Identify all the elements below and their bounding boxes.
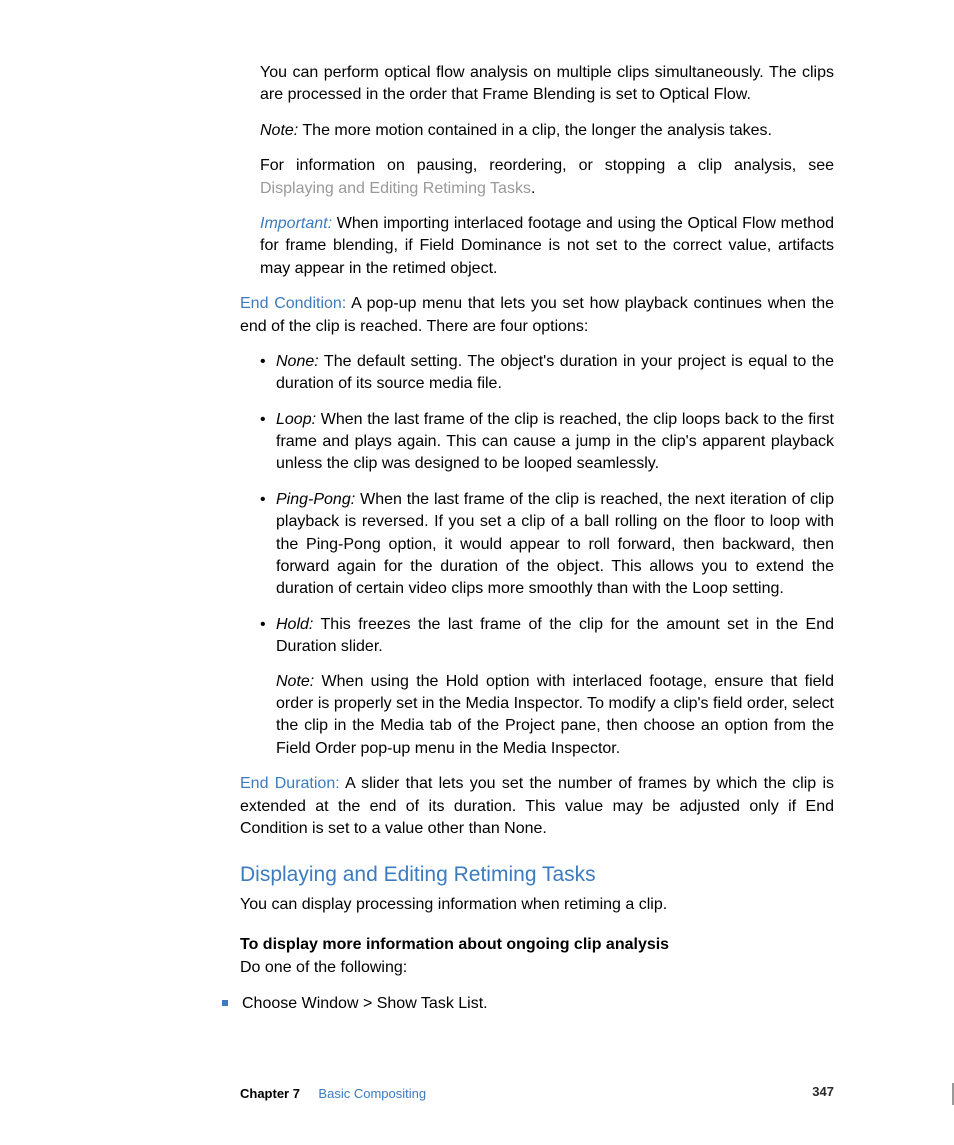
list-item: Loop: When the last frame of the clip is… [260,409,834,476]
option-term-loop: Loop: [276,411,316,428]
note-label: Note: [276,673,314,690]
option-term-hold: Hold: [276,616,313,633]
intro-important: Important: When importing interlaced foo… [260,213,834,280]
important-text: When importing interlaced footage and us… [260,215,834,277]
link-displaying-editing-retiming[interactable]: Displaying and Editing Retiming Tasks [260,180,531,197]
section-do-text: Do one of the following: [240,957,834,979]
note-label: Note: [260,122,298,139]
list-item: None: The default setting. The object's … [260,351,834,396]
text-fragment: For information on pausing, reordering, … [260,157,834,174]
page-footer: Chapter 7 Basic Compositing 347 [0,1083,954,1105]
list-item: Ping-Pong: When the last frame of the cl… [260,489,834,601]
option-text: The default setting. The object's durati… [276,353,834,392]
option-text: This freezes the last frame of the clip … [276,616,834,655]
end-condition-label: End Condition: [240,295,346,312]
intro-para-1: You can perform optical flow analysis on… [260,62,834,107]
section-heading-retiming-tasks: Displaying and Editing Retiming Tasks [240,860,834,889]
end-duration-para: End Duration: A slider that lets you set… [240,773,834,840]
step-text: Choose Window > Show Task List. [242,995,488,1012]
section-intro: You can display processing information w… [240,894,834,916]
end-condition-para: End Condition: A pop-up menu that lets y… [240,293,834,338]
task-steps-list: Choose Window > Show Task List. [222,993,834,1015]
option-term-none: None: [276,353,319,370]
option-text: When the last frame of the clip is reach… [276,411,834,473]
end-duration-label: End Duration: [240,775,340,792]
chapter-title: Basic Compositing [318,1086,426,1101]
option-text: When the last frame of the clip is reach… [276,491,834,598]
intro-note: Note: The more motion contained in a cli… [260,120,834,142]
note-text: The more motion contained in a clip, the… [298,122,772,139]
chapter-number: Chapter 7 [240,1086,300,1101]
intro-para-2: For information on pausing, reordering, … [260,155,834,200]
section-subheading: To display more information about ongoin… [240,934,834,956]
page-number: 347 [812,1083,834,1101]
intro-block: You can perform optical flow analysis on… [240,62,834,280]
end-condition-options: None: The default setting. The object's … [240,351,834,760]
note-text: When using the Hold option with interlac… [276,673,834,757]
hold-note: Note: When using the Hold option with in… [276,671,834,761]
option-term-pingpong: Ping-Pong: [276,491,355,508]
page-content: You can perform optical flow analysis on… [90,62,864,1015]
list-item: Hold: This freezes the last frame of the… [260,614,834,760]
important-label: Important: [260,215,332,232]
list-item: Choose Window > Show Task List. [222,993,834,1015]
text-fragment: . [531,180,535,197]
